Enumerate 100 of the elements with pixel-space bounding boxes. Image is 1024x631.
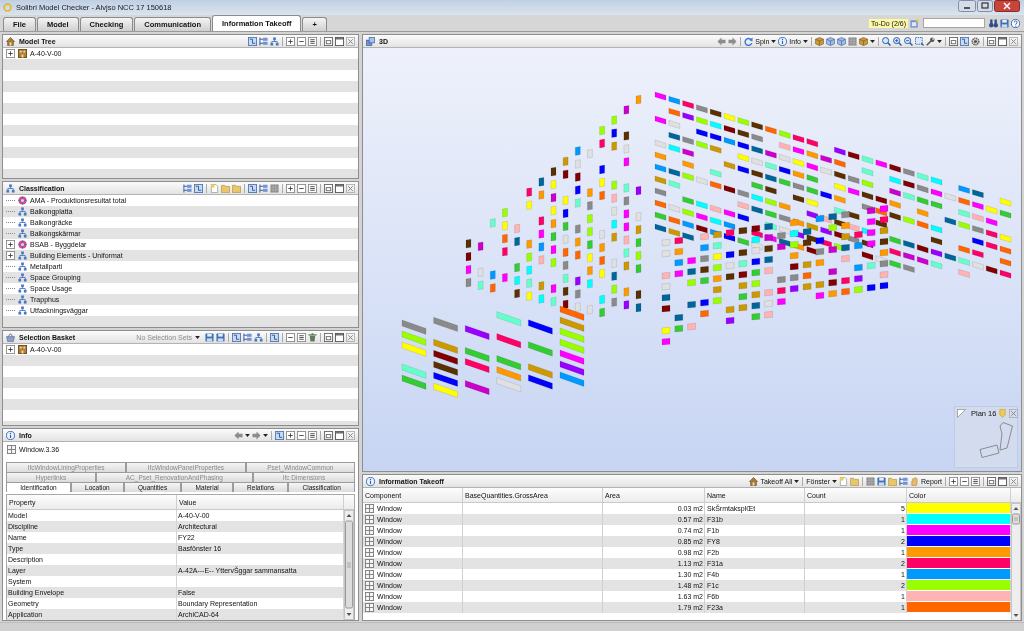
cube-icon[interactable] [826,36,835,46]
save-icon[interactable] [1000,18,1009,28]
hierarchy-icon[interactable] [270,36,279,46]
hierarchy-icon [18,262,27,271]
toggle-icon[interactable] [270,332,279,342]
expand-icon[interactable] [6,345,15,354]
window-icon [365,537,374,546]
collapse-all-icon[interactable] [297,430,306,440]
toggle-icon[interactable] [275,430,284,440]
maximize-icon[interactable] [998,476,1007,486]
back-icon[interactable] [717,36,727,46]
help-icon[interactable] [1011,18,1020,28]
hierarchy-icon [18,306,27,315]
gear-icon[interactable] [971,36,980,46]
toggle-icon[interactable] [248,36,257,46]
cube-icon[interactable] [859,36,868,46]
caret-icon[interactable] [263,433,268,437]
collapse-all-icon[interactable] [297,183,306,193]
maximize-icon[interactable] [998,36,1007,46]
restore-icon[interactable] [324,36,333,46]
expand-icon[interactable] [6,49,15,58]
collapse-all-icon[interactable] [286,332,295,342]
toggle-icon[interactable] [960,36,969,46]
maximize-icon[interactable] [335,332,344,342]
toggle-icon[interactable] [232,332,241,342]
restore-icon[interactable] [324,332,333,342]
expand-all-icon[interactable] [286,430,295,440]
tree-view-icon[interactable] [183,183,192,193]
restore-icon[interactable] [987,476,996,486]
list-icon[interactable] [308,430,317,440]
notepad-icon[interactable] [910,18,919,28]
save-icon[interactable] [205,332,214,342]
grid-icon[interactable] [270,183,279,193]
caret-icon[interactable] [870,39,875,43]
restore-icon[interactable] [949,36,958,46]
toggle-icon[interactable] [194,183,203,193]
basket-icon [6,332,15,342]
window-icon [7,444,16,454]
house-icon [6,36,15,46]
info-icon [366,476,375,486]
caret-icon[interactable] [803,39,808,43]
caret-icon[interactable] [245,433,250,437]
caret-icon[interactable] [771,39,777,43]
binoculars-icon[interactable] [989,18,998,28]
save-icon[interactable] [216,332,225,342]
restore-icon[interactable] [987,36,996,46]
toggle-icon[interactable] [248,183,257,193]
building-icon [18,345,27,354]
wheel-icon [18,196,27,205]
trash-icon[interactable] [308,332,317,342]
zoom-icon[interactable] [882,36,891,46]
cube-icon[interactable] [815,36,824,46]
save-icon[interactable] [877,476,886,486]
hierarchy-icon [18,207,27,216]
expand-icon[interactable] [6,251,15,260]
tree-view-icon[interactable] [259,36,268,46]
zoom-in-icon[interactable] [893,36,902,46]
window-icon [365,570,374,579]
caret-icon[interactable] [794,479,800,483]
caret-icon[interactable] [937,39,942,43]
info-icon [6,430,15,440]
maximize-icon[interactable] [335,430,344,440]
scrollbar[interactable] [1011,503,1021,620]
tree-view-icon[interactable] [899,476,908,486]
collapse-all-icon[interactable] [297,36,306,46]
list-icon[interactable] [308,36,317,46]
marker-icon [998,409,1008,418]
zoom-out-icon[interactable] [904,36,913,46]
forward-icon[interactable] [728,36,738,46]
hierarchy-icon[interactable] [254,332,263,342]
grid-icon[interactable] [866,476,875,486]
expand-all-icon[interactable] [286,183,295,193]
maximize-icon[interactable] [335,183,344,193]
list-icon[interactable] [971,476,980,486]
restore-icon[interactable] [324,430,333,440]
grid-icon[interactable] [848,36,857,46]
maximize-icon[interactable] [977,0,993,12]
list-icon[interactable] [308,183,317,193]
list-icon[interactable] [297,332,306,342]
search-field[interactable] [923,18,985,28]
collapse-all-icon[interactable] [960,476,969,486]
window-icon [365,548,374,557]
window-icon [365,504,374,513]
expand-all-icon[interactable] [286,36,295,46]
wrench-icon[interactable] [926,36,935,46]
caret-icon[interactable] [832,479,837,483]
minimize-icon[interactable] [958,0,976,12]
zoom-fit-icon[interactable] [915,36,924,46]
hierarchy-icon [18,229,27,238]
close-icon[interactable] [994,0,1020,12]
maximize-icon[interactable] [335,36,344,46]
window-icon [365,592,374,601]
cube-icon[interactable] [837,36,846,46]
info-icon [778,36,788,46]
expand-all-icon[interactable] [949,476,958,486]
restore-icon[interactable] [324,183,333,193]
expand-icon[interactable] [6,240,15,249]
scrollbar[interactable] [344,510,354,620]
tree-view-icon[interactable] [259,183,268,193]
tree-view-icon[interactable] [243,332,252,342]
